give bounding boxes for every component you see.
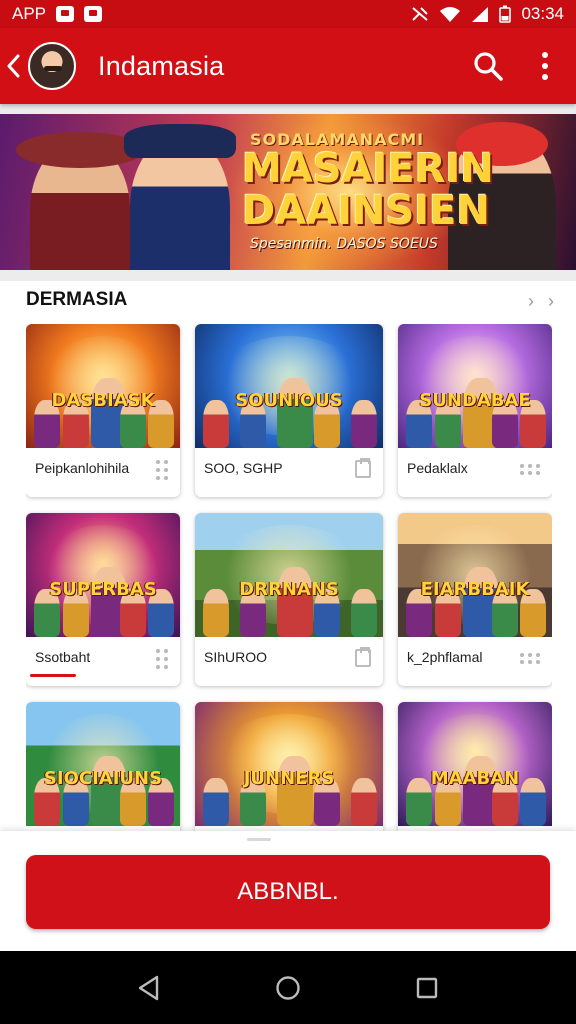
game-art-title: SIOCIAIUNS xyxy=(43,768,163,789)
game-character-art xyxy=(277,378,313,448)
game-thumbnail: SIOCIAIUNS xyxy=(26,702,180,826)
heart-notification-icon xyxy=(84,6,103,22)
game-thumbnail: DRRNANS xyxy=(195,513,383,637)
game-art-title: MAABAN xyxy=(430,768,520,789)
app-title: Indamasia xyxy=(98,50,225,81)
back-triangle-icon xyxy=(139,975,159,1000)
game-thumbnail: MAABAN xyxy=(398,702,552,826)
clipboard-icon[interactable] xyxy=(355,458,371,478)
game-card[interactable]: DASBIASK Peipkanlohihila xyxy=(26,324,180,497)
more-dots-icon[interactable] xyxy=(520,653,540,664)
game-art-title: JUNNERS xyxy=(243,768,335,789)
promo-banner[interactable]: SODALAMANACMI MASAIERIN DAAINSIEN Spesan… xyxy=(0,114,576,270)
game-card-label: Ssotbaht xyxy=(35,649,91,665)
more-vert-icon xyxy=(542,52,548,58)
section-nav: › › xyxy=(528,291,554,312)
game-card-label: SIhUROO xyxy=(204,649,268,665)
game-art-title: SUPERBAS xyxy=(49,579,157,600)
game-card[interactable]: SIOCIAIUNS xyxy=(26,702,180,844)
game-card-label: SOO, SGHP xyxy=(204,460,283,476)
nav-home-button[interactable] xyxy=(268,968,308,1008)
more-dots-icon[interactable] xyxy=(520,464,540,475)
game-card[interactable]: SOUNIOUS SOO, SGHP xyxy=(195,324,383,497)
signal-icon xyxy=(472,7,489,22)
game-thumbnail: SUNDABAE xyxy=(398,324,552,448)
mail-notification-icon xyxy=(56,6,75,22)
banner-title: MASAIERIN DAAINSIEN xyxy=(242,148,494,232)
more-options-button[interactable] xyxy=(542,52,548,80)
banner-subtitle: Spesanmin. DASOS SOEUS xyxy=(250,236,438,252)
app-bar: Indamasia xyxy=(0,28,576,104)
chevron-right-icon[interactable]: › xyxy=(548,291,554,312)
bottom-sheet: ABBNBL. xyxy=(0,831,576,951)
search-button[interactable] xyxy=(472,50,504,82)
game-thumbnail: DASBIASK xyxy=(26,324,180,448)
drag-dots-icon[interactable] xyxy=(156,460,168,480)
game-art-title: DASBIASK xyxy=(51,390,155,411)
game-art-title: SUNDABAE xyxy=(419,390,531,411)
nav-back-button[interactable] xyxy=(129,968,169,1008)
drag-dots-icon[interactable] xyxy=(156,649,168,669)
game-thumbnail: EIARBBAIK xyxy=(398,513,552,637)
clipboard-icon[interactable] xyxy=(355,647,371,667)
game-art-title: DRRNANS xyxy=(239,579,339,600)
game-card[interactable]: SUNDABAE Pedaklalx xyxy=(398,324,552,497)
game-section: DERMASIA › › DASBIASK Peipkanlohihila SOUN… xyxy=(0,281,576,844)
wifi-icon xyxy=(440,7,461,22)
avatar[interactable] xyxy=(28,42,76,90)
game-card[interactable]: JUNNERS xyxy=(195,702,383,844)
game-thumbnail: SOUNIOUS xyxy=(195,324,383,448)
game-art-title: EIARBBAIK xyxy=(420,579,530,600)
back-arrow-icon xyxy=(7,54,20,78)
banner-hero-left xyxy=(16,132,144,270)
sheet-handle[interactable] xyxy=(247,838,271,841)
banner-title-line1: MASAIERIN xyxy=(242,146,494,192)
status-time: 03:34 xyxy=(521,4,564,23)
status-app-label: APP xyxy=(12,4,47,23)
game-thumbnail: SUPERBAS xyxy=(26,513,180,637)
home-circle-icon xyxy=(276,975,300,1000)
game-character-art xyxy=(277,567,313,637)
status-bar: APP 03:34 xyxy=(0,0,576,28)
banner-title-line2: DAAINSIEN xyxy=(242,188,490,234)
game-card-label: Pedaklalx xyxy=(407,460,468,476)
game-card[interactable]: MAABAN xyxy=(398,702,552,844)
primary-action-button[interactable]: ABBNBL. xyxy=(26,855,550,929)
system-nav-bar xyxy=(0,951,576,1024)
game-card[interactable]: DRRNANS SIhUROO xyxy=(195,513,383,686)
game-card-label: Peipkanlohihila xyxy=(35,460,130,476)
game-art-title: SOUNIOUS xyxy=(235,390,343,411)
search-icon xyxy=(474,52,503,81)
recents-square-icon xyxy=(416,977,437,998)
banner-hero-middle xyxy=(124,124,236,270)
back-button[interactable] xyxy=(2,54,24,78)
battery-icon xyxy=(499,5,512,23)
game-card-label: k_2phflamal xyxy=(407,649,483,665)
game-thumbnail: JUNNERS xyxy=(195,702,383,826)
nav-recents-button[interactable] xyxy=(407,968,447,1008)
game-character-art xyxy=(277,756,313,826)
nfc-icon xyxy=(412,7,429,21)
chevron-left-icon[interactable]: › xyxy=(528,291,534,312)
game-card[interactable]: SUPERBAS Ssotbaht xyxy=(26,513,180,686)
game-card[interactable]: EIARBBAIK k_2phflamal xyxy=(398,513,552,686)
section-title: DERMASIA xyxy=(26,289,128,310)
card-progress-bar xyxy=(30,674,76,677)
game-grid: DASBIASK Peipkanlohihila SOUNIOUS SOO, SGHP… xyxy=(26,324,552,844)
